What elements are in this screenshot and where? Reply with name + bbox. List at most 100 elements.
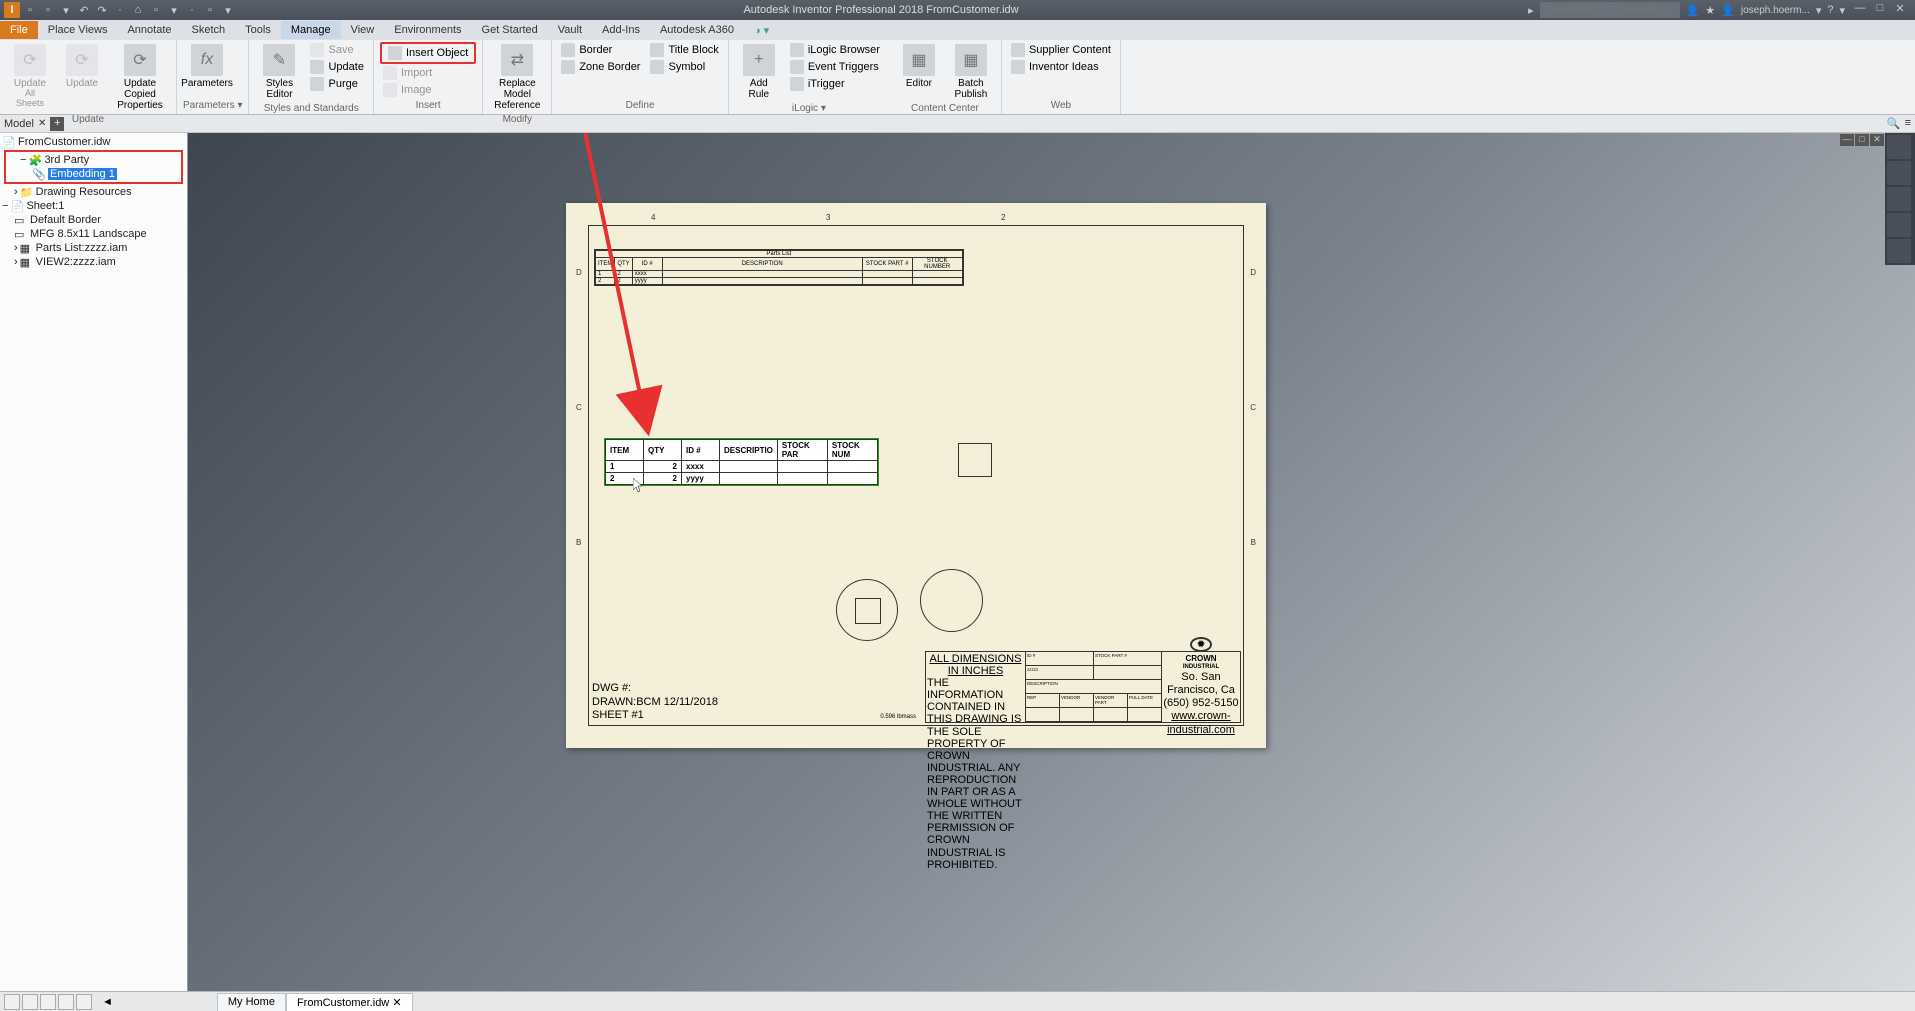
save-style-button[interactable]: Save (307, 42, 366, 58)
symbol-button[interactable]: Symbol (647, 59, 721, 75)
update-style-button[interactable]: Update (307, 59, 366, 75)
maximize-button[interactable]: □ (1871, 2, 1889, 18)
tree-resources[interactable]: ›📁Drawing Resources (2, 185, 185, 199)
parts-list-table[interactable]: Parts List ITEMQTY ID #DESCRIPTION STOCK… (594, 249, 964, 286)
title-block-button[interactable]: Title Block (647, 42, 721, 58)
update-button-2[interactable]: ⟳Update (58, 42, 106, 91)
status-nav-prev[interactable]: ◄ (102, 996, 113, 1008)
close-button[interactable]: ✕ (1891, 2, 1909, 18)
tree-root[interactable]: 📄FromCustomer.idw (2, 135, 185, 149)
undo-icon[interactable]: ↶ (76, 2, 92, 18)
tab-extra-icon[interactable]: ◑ ▾ (744, 21, 779, 40)
import-button[interactable]: Import (380, 65, 476, 81)
add-rule-button[interactable]: +Add Rule (735, 42, 783, 102)
ribbon-label-parameters[interactable]: Parameters ▾ (183, 99, 242, 112)
signin-icon[interactable]: 👤 (1686, 4, 1700, 17)
border-button[interactable]: Border (558, 42, 643, 58)
drawing-canvas[interactable]: — □ ✕ 4 3 2 D C B D C B Parts (188, 133, 1915, 991)
parameters-button[interactable]: fxParameters (183, 42, 231, 91)
help-drop-icon[interactable]: ▾ (1839, 4, 1845, 17)
minimize-button[interactable]: — (1851, 2, 1869, 18)
tab-sketch[interactable]: Sketch (182, 21, 236, 39)
status-tab-home[interactable]: My Home (217, 993, 286, 1011)
update-copied-button[interactable]: ⟳Update Copied Properties (110, 42, 170, 113)
styles-editor-button[interactable]: ✎Styles Editor (255, 42, 303, 102)
open-icon[interactable]: ▫ (40, 2, 56, 18)
tree-embedding[interactable]: 📎Embedding 1 (8, 167, 179, 181)
replace-model-button[interactable]: ⇄Replace Model Reference (489, 42, 545, 113)
view-square[interactable] (958, 443, 992, 477)
insert-object-button[interactable]: Insert Object (380, 42, 476, 64)
supplier-content-button[interactable]: Supplier Content (1008, 42, 1114, 58)
new-icon[interactable]: ▫ (22, 2, 38, 18)
status-tab-file[interactable]: FromCustomer.idw ✕ (286, 993, 413, 1011)
qat-dropdown[interactable]: ▾ (166, 2, 182, 18)
layout-icon-1[interactable] (4, 994, 20, 1010)
tab-annotate[interactable]: Annotate (117, 21, 181, 39)
app-icon[interactable]: I (4, 2, 20, 18)
ilogic-browser-button[interactable]: iLogic Browser (787, 42, 883, 58)
save-icon[interactable]: ▾ (58, 2, 74, 18)
tab-addins[interactable]: Add-Ins (592, 21, 650, 39)
nav-wheel-icon[interactable] (1887, 135, 1911, 159)
vp-close-icon[interactable]: ✕ (1870, 134, 1884, 146)
tab-get-started[interactable]: Get Started (472, 21, 548, 39)
tab-manage[interactable]: Manage (281, 21, 341, 39)
redo-icon[interactable]: ↷ (94, 2, 110, 18)
tree-titleblock[interactable]: ▭MFG 8.5x11 Landscape (2, 227, 185, 241)
tab-a360[interactable]: Autodesk A360 (650, 21, 744, 39)
layout-icon-5[interactable] (76, 994, 92, 1010)
view-circle-2[interactable] (920, 569, 983, 632)
inventor-ideas-button[interactable]: Inventor Ideas (1008, 59, 1114, 75)
help-search-input[interactable] (1540, 2, 1680, 18)
nav-pan-icon[interactable] (1887, 161, 1911, 185)
panel-add-icon[interactable]: + (50, 117, 64, 131)
purge-style-button[interactable]: Purge (307, 76, 366, 92)
help-icon[interactable]: ? (1827, 4, 1833, 16)
layout-icon-2[interactable] (22, 994, 38, 1010)
tree-border[interactable]: ▭Default Border (2, 213, 185, 227)
username-label[interactable]: joseph.hoerm... (1741, 5, 1810, 16)
panel-close-icon[interactable]: ✕ (38, 118, 46, 129)
vp-max-icon[interactable]: □ (1855, 134, 1869, 146)
cart-icon[interactable]: ▾ (1816, 4, 1822, 17)
event-triggers-button[interactable]: Event Triggers (787, 59, 883, 75)
title-block[interactable]: ALL DIMENSIONS IN INCHES THE INFORMATION… (925, 651, 1241, 723)
user-icon[interactable]: 👤 (1721, 4, 1735, 17)
tree-sheet[interactable]: −📄Sheet:1 (2, 199, 185, 213)
ribbon-label-ilogic[interactable]: iLogic ▾ (735, 102, 883, 115)
image-button[interactable]: Image (380, 82, 476, 98)
nav-zoom-icon[interactable] (1887, 187, 1911, 211)
update-button[interactable]: ⟳UpdateAll Sheets (6, 42, 54, 111)
home-icon[interactable]: ⌂ (130, 2, 146, 18)
itrigger-button[interactable]: iTrigger (787, 76, 883, 92)
status-tab-close-icon[interactable]: ✕ (392, 997, 401, 1009)
view-circle-1[interactable] (836, 579, 898, 641)
tree-view2[interactable]: ›▦VIEW2:zzzz.iam (2, 255, 185, 269)
qat-icon-1[interactable]: ▫ (148, 2, 164, 18)
tab-vault[interactable]: Vault (548, 21, 592, 39)
tree-partslist[interactable]: ›▦Parts List:zzzz.iam (2, 241, 185, 255)
qat-icon-2[interactable]: · (184, 2, 200, 18)
nav-orbit-icon[interactable] (1887, 213, 1911, 237)
batch-publish-button[interactable]: ▦Batch Publish (947, 42, 995, 102)
star-icon[interactable]: ★ (1705, 4, 1715, 17)
drawing-sheet[interactable]: 4 3 2 D C B D C B Parts List ITEMQTY ID … (566, 203, 1266, 748)
vp-min-icon[interactable]: — (1840, 134, 1854, 146)
embedded-object[interactable]: ITEMQTY ID #DESCRIPTIO STOCK PARSTOCK NU… (604, 438, 879, 486)
layout-icon-3[interactable] (40, 994, 56, 1010)
panel-search-icon[interactable]: 🔍 (1887, 117, 1901, 130)
file-menu[interactable]: File (0, 21, 38, 39)
tab-view[interactable]: View (341, 21, 385, 39)
tab-tools[interactable]: Tools (235, 21, 281, 39)
nav-look-icon[interactable] (1887, 239, 1911, 263)
qat-expand[interactable]: ▾ (220, 2, 236, 18)
panel-menu-icon[interactable]: ≡ (1905, 117, 1911, 130)
editor-button[interactable]: ▦Editor (895, 42, 943, 91)
zone-border-button[interactable]: Zone Border (558, 59, 643, 75)
tree-3rd-party[interactable]: −🧩3rd Party (8, 153, 179, 167)
tab-place-views[interactable]: Place Views (38, 21, 118, 39)
tab-environments[interactable]: Environments (384, 21, 471, 39)
search-chevron-icon[interactable]: ▸ (1528, 4, 1534, 17)
qat-icon-3[interactable]: ▫ (202, 2, 218, 18)
